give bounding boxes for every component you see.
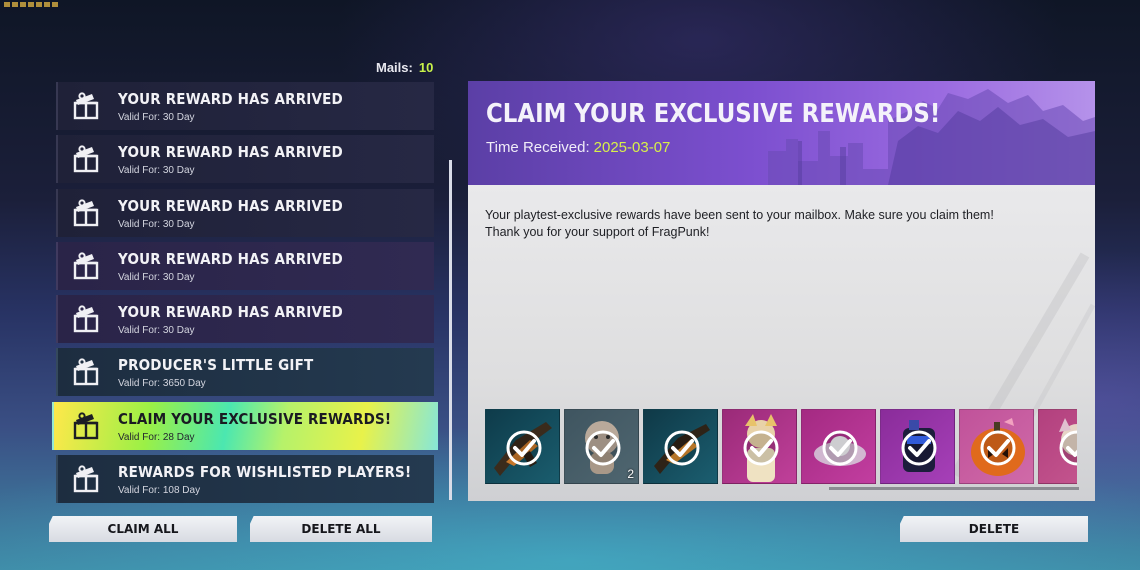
reward-items-row: 2 [485, 409, 1077, 485]
time-received-value: 2025-03-07 [593, 139, 671, 156]
mail-title: YOUR REWARD HAS ARRIVED [118, 249, 343, 268]
mail-title: CLAIM YOUR EXCLUSIVE REWARDS! [118, 409, 392, 428]
claimed-check-icon [506, 430, 542, 466]
mail-title: YOUR REWARD HAS ARRIVED [118, 303, 343, 322]
mail-item[interactable]: REWARDS FOR WISHLISTED PLAYERS! Valid Fo… [56, 455, 434, 504]
reward-item[interactable] [1038, 409, 1077, 484]
claimed-check-icon [1059, 430, 1077, 466]
mail-title: REWARDS FOR WISHLISTED PLAYERS! [118, 463, 412, 482]
mail-count-label: Mails: [376, 60, 413, 75]
mail-title: YOUR REWARD HAS ARRIVED [118, 196, 343, 215]
reward-item[interactable]: 2 [564, 409, 639, 484]
mail-item-selected[interactable]: CLAIM YOUR EXCLUSIVE REWARDS! Valid For:… [52, 401, 438, 450]
mail-detail-title: CLAIM YOUR EXCLUSIVE REWARDS! [486, 99, 941, 129]
reward-item[interactable] [801, 409, 876, 484]
mail-count: Mails: 10 [376, 60, 433, 75]
mail-validity: Valid For: 30 Day [118, 112, 195, 123]
gift-icon [73, 198, 99, 226]
delete-button[interactable]: DELETE [900, 516, 1088, 542]
gift-icon [73, 305, 99, 333]
mail-item[interactable]: YOUR REWARD HAS ARRIVED Valid For: 30 Da… [56, 295, 434, 344]
mail-message-line: Your playtest-exclusive rewards have bee… [485, 208, 994, 222]
mail-count-value: 10 [418, 60, 434, 75]
mail-title: PRODUCER'S LITTLE GIFT [118, 356, 314, 375]
mail-item[interactable]: YOUR REWARD HAS ARRIVED Valid For: 30 Da… [56, 135, 434, 184]
gift-icon [73, 145, 99, 173]
mail-validity: Valid For: 30 Day [118, 218, 195, 230]
mail-item[interactable]: YOUR REWARD HAS ARRIVED Valid For: 30 Da… [56, 241, 434, 290]
mail-message-line: Thank you for your support of FragPunk! [485, 225, 710, 239]
mail-validity: Valid For: 30 Day [118, 325, 195, 337]
mail-detail-header: CLAIM YOUR EXCLUSIVE REWARDS! Time Recei… [468, 81, 1095, 185]
mail-item[interactable]: YOUR REWARD HAS ARRIVED Valid For: 30 Da… [56, 188, 434, 237]
mail-validity: Valid For: 30 Day [118, 271, 195, 283]
delete-all-button[interactable]: DELETE ALL [250, 516, 432, 542]
mail-validity: Valid For: 30 Day [118, 165, 195, 177]
mail-validity: Valid For: 3650 Day [118, 378, 206, 390]
mail-list-scrollbar[interactable] [449, 160, 452, 500]
reward-item[interactable] [722, 409, 797, 484]
mail-validity: Valid For: 28 Day [118, 431, 195, 443]
reward-quantity: 2 [627, 467, 634, 481]
mail-validity: Valid For: 108 Day [118, 485, 201, 497]
mail-item[interactable]: PRODUCER'S LITTLE GIFT Valid For: 3650 D… [56, 348, 434, 397]
mail-list: YOUR REWARD HAS ARRIVED Valid For: 30 Da… [52, 82, 438, 508]
claimed-check-icon [585, 430, 621, 466]
mail-message: Your playtest-exclusive rewards have bee… [485, 207, 1075, 241]
claimed-check-icon [980, 430, 1016, 466]
reward-item[interactable] [643, 409, 718, 484]
status-indicators [4, 2, 74, 8]
gift-icon [73, 252, 99, 280]
claimed-check-icon [664, 430, 700, 466]
reward-item[interactable] [485, 409, 560, 484]
claim-all-button[interactable]: CLAIM ALL [49, 516, 237, 542]
claimed-check-icon [901, 430, 937, 466]
reward-item[interactable] [959, 409, 1034, 484]
gift-icon [73, 358, 99, 386]
gift-icon [73, 92, 99, 120]
header-cityscape-art [768, 89, 1095, 185]
mail-title: YOUR REWARD HAS ARRIVED [118, 143, 343, 162]
gift-icon [73, 465, 99, 493]
mail-detail-panel: CLAIM YOUR EXCLUSIVE REWARDS! Time Recei… [468, 81, 1095, 501]
time-received-label: Time Received: [486, 139, 590, 156]
claimed-check-icon [743, 430, 779, 466]
reward-row-scrollbar[interactable] [829, 487, 1079, 490]
mail-title: YOUR REWARD HAS ARRIVED [118, 90, 343, 108]
gift-icon [73, 412, 99, 439]
time-received: Time Received: 2025-03-07 [486, 139, 670, 156]
reward-item[interactable] [880, 409, 955, 484]
mail-item[interactable]: YOUR REWARD HAS ARRIVED Valid For: 30 Da… [56, 82, 434, 130]
claimed-check-icon [822, 430, 858, 466]
